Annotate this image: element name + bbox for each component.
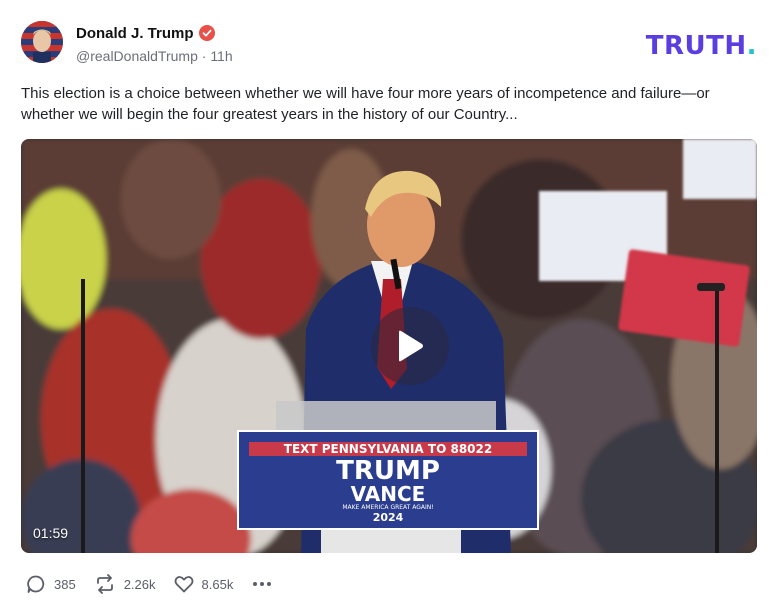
- post-body: This election is a choice between whethe…: [21, 85, 710, 123]
- retruth-button[interactable]: 2.26k: [94, 574, 156, 594]
- post-header: Donald J. Trump @realDonaldTrump · 11h T…: [21, 21, 757, 65]
- verified-badge-icon: [198, 25, 215, 41]
- podium-sign-top: TEXT PENNSYLVANIA TO 88022: [249, 442, 527, 456]
- podium-sign-name1: TRUMP: [336, 456, 440, 486]
- like-button[interactable]: 8.65k: [174, 575, 234, 593]
- play-icon: [399, 330, 423, 362]
- truth-logo[interactable]: TRUTH.: [646, 31, 757, 61]
- author-handle[interactable]: @realDonaldTrump: [76, 48, 198, 64]
- video-duration: 01:59: [33, 525, 69, 541]
- post-timestamp[interactable]: 11h: [210, 48, 232, 64]
- more-options-button[interactable]: [253, 582, 274, 586]
- logo-dot: .: [746, 31, 757, 61]
- more-icon-dot: [260, 582, 265, 586]
- author-name[interactable]: Donald J. Trump: [76, 25, 194, 42]
- reply-button[interactable]: 385: [26, 574, 76, 594]
- more-icon-dot: [267, 582, 272, 586]
- post-actions: 385 2.26k 8.65k: [26, 574, 274, 594]
- reply-count: 385: [54, 576, 76, 592]
- handle-separator: ·: [201, 48, 207, 64]
- podium-sign-name2: VANCE: [350, 482, 426, 506]
- like-count: 8.65k: [201, 576, 234, 592]
- like-icon: [174, 576, 193, 593]
- avatar[interactable]: [21, 21, 63, 63]
- play-button[interactable]: [371, 307, 449, 385]
- reply-icon: [27, 575, 45, 593]
- podium-sign-year: 2024: [372, 511, 404, 524]
- podium-sign: TEXT PENNSYLVANIA TO 88022 TRUMP VANCE M…: [237, 430, 539, 530]
- video-player[interactable]: TEXT PENNSYLVANIA TO 88022 TRUMP VANCE M…: [21, 139, 757, 553]
- more-icon: [253, 582, 258, 586]
- retruth-count: 2.26k: [123, 576, 156, 592]
- retruth-icon: [96, 574, 113, 594]
- logo-text: TRUTH: [645, 31, 747, 61]
